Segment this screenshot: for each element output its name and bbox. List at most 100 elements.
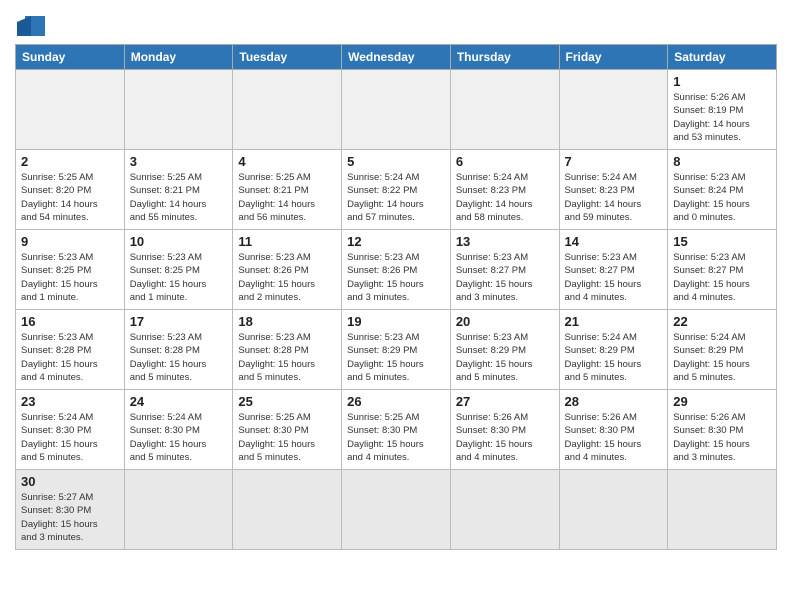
calendar-cell: 6Sunrise: 5:24 AM Sunset: 8:23 PM Daylig… (450, 150, 559, 230)
logo (15, 10, 45, 36)
logo-icon (17, 12, 45, 36)
calendar-cell: 16 Sunrise: 5:23 AM Sunset: 8:28 PM Dayli… (16, 310, 125, 390)
day-number: 7 (565, 154, 663, 169)
day-info: Sunrise: 5:23 AM Sunset: 8:28 PM Dayligh… (21, 331, 119, 384)
day-number: 26 (347, 394, 445, 409)
day-info: Sunrise: 5:23 AM Sunset: 8:27 PM Dayligh… (565, 251, 663, 304)
calendar-week-row: 2 Sunrise: 5:25 AM Sunset: 8:20 PM Daylig… (16, 150, 777, 230)
calendar-cell: 13 Sunrise: 5:23 AM Sunset: 8:27 PM Dayli… (450, 230, 559, 310)
calendar-cell: 3 Sunrise: 5:25 AM Sunset: 8:21 PM Daylig… (124, 150, 233, 230)
calendar-week-row: 23 Sunrise: 5:24 AM Sunset: 8:30 PM Dayli… (16, 390, 777, 470)
day-info: Sunrise: 5:25 AM Sunset: 8:30 PM Dayligh… (347, 411, 445, 464)
weekday-header-wednesday: Wednesday (342, 45, 451, 70)
calendar-cell: 17 Sunrise: 5:23 AM Sunset: 8:28 PM Dayli… (124, 310, 233, 390)
day-info: Sunrise: 5:24 AM Sunset: 8:29 PM Dayligh… (673, 331, 771, 384)
day-info: Sunrise: 5:24 AM Sunset: 8:30 PM Dayligh… (130, 411, 228, 464)
calendar-cell: 26 Sunrise: 5:25 AM Sunset: 8:30 PM Dayli… (342, 390, 451, 470)
day-info: Sunrise: 5:23 AM Sunset: 8:28 PM Dayligh… (238, 331, 336, 384)
calendar-cell: 8 Sunrise: 5:23 AM Sunset: 8:24 PM Daylig… (668, 150, 777, 230)
day-info: Sunrise: 5:25 AM Sunset: 8:30 PM Dayligh… (238, 411, 336, 464)
calendar-cell: 27 Sunrise: 5:26 AM Sunset: 8:30 PM Dayli… (450, 390, 559, 470)
day-info: Sunrise: 5:27 AM Sunset: 8:30 PM Dayligh… (21, 491, 119, 544)
day-number: 2 (21, 154, 119, 169)
calendar-cell: 28 Sunrise: 5:26 AM Sunset: 8:30 PM Dayli… (559, 390, 668, 470)
day-info: Sunrise: 5:23 AM Sunset: 8:26 PM Dayligh… (347, 251, 445, 304)
calendar-cell: 22Sunrise: 5:24 AM Sunset: 8:29 PM Dayli… (668, 310, 777, 390)
day-number: 19 (347, 314, 445, 329)
calendar-cell: 7 Sunrise: 5:24 AM Sunset: 8:23 PM Daylig… (559, 150, 668, 230)
day-number: 25 (238, 394, 336, 409)
day-number: 5 (347, 154, 445, 169)
calendar-cell: 9 Sunrise: 5:23 AM Sunset: 8:25 PM Daylig… (16, 230, 125, 310)
day-number: 1 (673, 74, 771, 89)
day-info: Sunrise: 5:23 AM Sunset: 8:24 PM Dayligh… (673, 171, 771, 224)
day-number: 11 (238, 234, 336, 249)
calendar-table: SundayMondayTuesdayWednesdayThursdayFrid… (15, 44, 777, 550)
day-number: 24 (130, 394, 228, 409)
day-number: 20 (456, 314, 554, 329)
day-number: 17 (130, 314, 228, 329)
day-number: 12 (347, 234, 445, 249)
day-info: Sunrise: 5:24 AM Sunset: 8:30 PM Dayligh… (21, 411, 119, 464)
day-info: Sunrise: 5:23 AM Sunset: 8:29 PM Dayligh… (347, 331, 445, 384)
calendar-cell (124, 70, 233, 150)
day-info: Sunrise: 5:23 AM Sunset: 8:25 PM Dayligh… (21, 251, 119, 304)
day-number: 16 (21, 314, 119, 329)
page-header (15, 10, 777, 36)
calendar-cell: 1 Sunrise: 5:26 AM Sunset: 8:19 PM Daylig… (668, 70, 777, 150)
day-info: Sunrise: 5:25 AM Sunset: 8:21 PM Dayligh… (130, 171, 228, 224)
day-number: 21 (565, 314, 663, 329)
calendar-cell: 18 Sunrise: 5:23 AM Sunset: 8:28 PM Dayli… (233, 310, 342, 390)
calendar-cell: 23 Sunrise: 5:24 AM Sunset: 8:30 PM Dayli… (16, 390, 125, 470)
day-number: 30 (21, 474, 119, 489)
weekday-header-row: SundayMondayTuesdayWednesdayThursdayFrid… (16, 45, 777, 70)
calendar-cell (559, 70, 668, 150)
calendar-cell (342, 70, 451, 150)
calendar-cell: 29 Sunrise: 5:26 AM Sunset: 8:30 PM Dayli… (668, 390, 777, 470)
calendar-cell (16, 70, 125, 150)
day-info: Sunrise: 5:23 AM Sunset: 8:27 PM Dayligh… (673, 251, 771, 304)
calendar-cell: 4 Sunrise: 5:25 AM Sunset: 8:21 PM Daylig… (233, 150, 342, 230)
calendar-cell: 21Sunrise: 5:24 AM Sunset: 8:29 PM Dayli… (559, 310, 668, 390)
day-number: 13 (456, 234, 554, 249)
day-info: Sunrise: 5:23 AM Sunset: 8:26 PM Dayligh… (238, 251, 336, 304)
calendar-cell: 25 Sunrise: 5:25 AM Sunset: 8:30 PM Dayli… (233, 390, 342, 470)
day-info: Sunrise: 5:26 AM Sunset: 8:30 PM Dayligh… (565, 411, 663, 464)
day-number: 10 (130, 234, 228, 249)
day-number: 23 (21, 394, 119, 409)
weekday-header-thursday: Thursday (450, 45, 559, 70)
day-info: Sunrise: 5:24 AM Sunset: 8:23 PM Dayligh… (565, 171, 663, 224)
calendar-cell (342, 470, 451, 550)
day-number: 3 (130, 154, 228, 169)
calendar-cell: 30 Sunrise: 5:27 AM Sunset: 8:30 PM Dayli… (16, 470, 125, 550)
calendar-cell (559, 470, 668, 550)
day-info: Sunrise: 5:23 AM Sunset: 8:27 PM Dayligh… (456, 251, 554, 304)
calendar-cell: 19 Sunrise: 5:23 AM Sunset: 8:29 PM Dayli… (342, 310, 451, 390)
day-number: 18 (238, 314, 336, 329)
weekday-header-sunday: Sunday (16, 45, 125, 70)
calendar-week-row: 1 Sunrise: 5:26 AM Sunset: 8:19 PM Daylig… (16, 70, 777, 150)
day-info: Sunrise: 5:24 AM Sunset: 8:22 PM Dayligh… (347, 171, 445, 224)
day-number: 27 (456, 394, 554, 409)
weekday-header-saturday: Saturday (668, 45, 777, 70)
day-info: Sunrise: 5:26 AM Sunset: 8:30 PM Dayligh… (673, 411, 771, 464)
day-number: 8 (673, 154, 771, 169)
day-number: 9 (21, 234, 119, 249)
day-number: 29 (673, 394, 771, 409)
day-number: 28 (565, 394, 663, 409)
calendar-cell: 15Sunrise: 5:23 AM Sunset: 8:27 PM Dayli… (668, 230, 777, 310)
weekday-header-friday: Friday (559, 45, 668, 70)
calendar-week-row: 16 Sunrise: 5:23 AM Sunset: 8:28 PM Dayli… (16, 310, 777, 390)
day-info: Sunrise: 5:26 AM Sunset: 8:19 PM Dayligh… (673, 91, 771, 144)
calendar-cell: 5 Sunrise: 5:24 AM Sunset: 8:22 PM Daylig… (342, 150, 451, 230)
day-info: Sunrise: 5:25 AM Sunset: 8:21 PM Dayligh… (238, 171, 336, 224)
day-number: 4 (238, 154, 336, 169)
weekday-header-tuesday: Tuesday (233, 45, 342, 70)
calendar-cell: 12 Sunrise: 5:23 AM Sunset: 8:26 PM Dayli… (342, 230, 451, 310)
calendar-cell: 24 Sunrise: 5:24 AM Sunset: 8:30 PM Dayli… (124, 390, 233, 470)
day-info: Sunrise: 5:23 AM Sunset: 8:28 PM Dayligh… (130, 331, 228, 384)
calendar-week-row: 30 Sunrise: 5:27 AM Sunset: 8:30 PM Dayli… (16, 470, 777, 550)
day-info: Sunrise: 5:26 AM Sunset: 8:30 PM Dayligh… (456, 411, 554, 464)
calendar-cell (233, 470, 342, 550)
day-info: Sunrise: 5:25 AM Sunset: 8:20 PM Dayligh… (21, 171, 119, 224)
